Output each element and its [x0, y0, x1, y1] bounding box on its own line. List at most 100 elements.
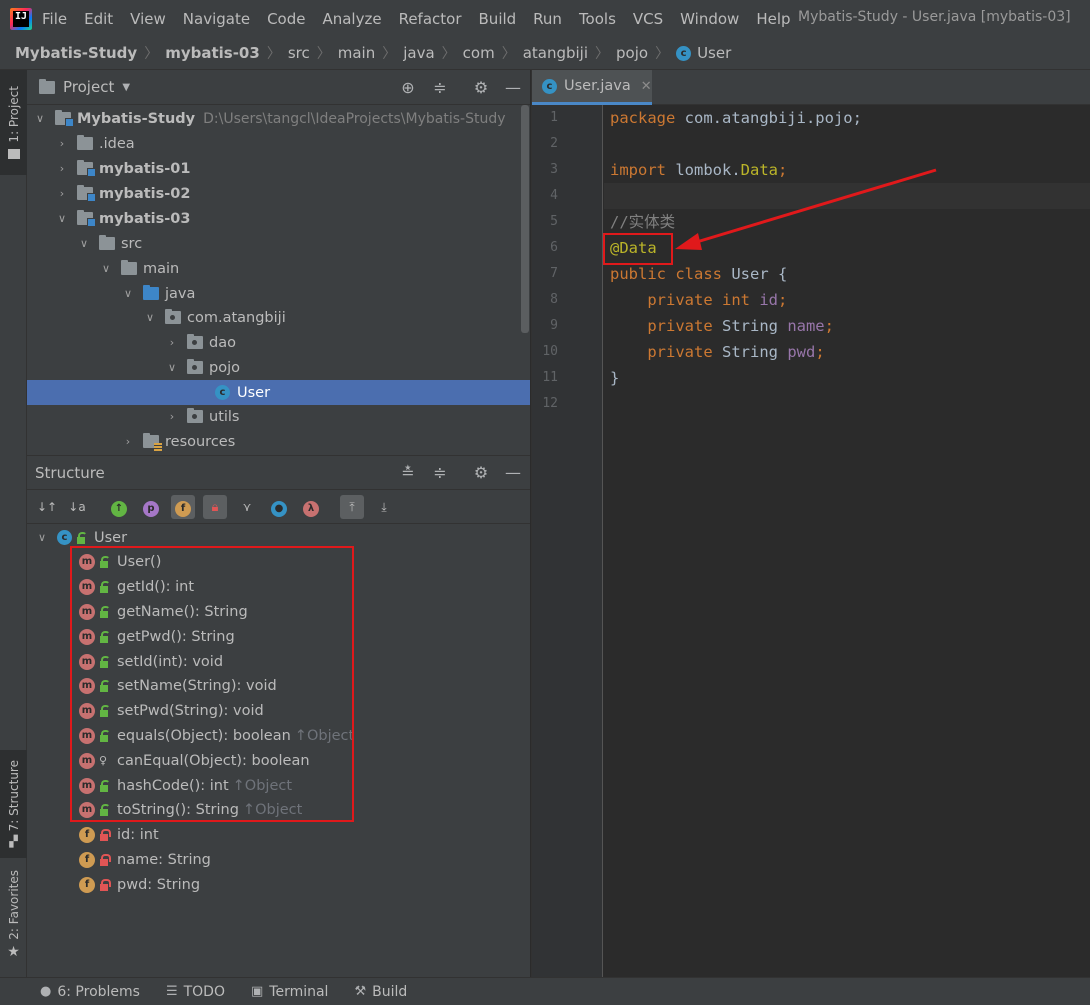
collapse-all-icon[interactable]: ≑ — [430, 78, 450, 98]
chevron-down-icon[interactable]: ∨ — [55, 212, 69, 225]
tree-item-dao[interactable]: › dao — [27, 330, 521, 355]
line-number: 5 — [550, 214, 558, 229]
tree-item-label: User — [237, 384, 271, 401]
menu-analyze[interactable]: Analyze — [322, 10, 381, 28]
collapse-all-icon[interactable]: ≑ — [430, 463, 450, 483]
show-anonymous-icon[interactable]: ● — [267, 495, 291, 519]
breadcrumb-project[interactable]: Mybatis-Study — [15, 44, 137, 62]
chevron-down-icon[interactable]: ∨ — [35, 531, 49, 544]
tree-item-pojo[interactable]: ∨ pojo — [27, 355, 521, 380]
breadcrumb-src[interactable]: src — [288, 44, 310, 62]
member-row[interactable]: f name: String — [27, 847, 521, 872]
tree-item-utils[interactable]: › utils — [27, 404, 521, 429]
autoscroll-to-source-icon[interactable]: ⤒ — [340, 495, 364, 519]
menu-vcs[interactable]: VCS — [633, 10, 663, 28]
tree-item-java[interactable]: ∨ java — [27, 281, 521, 306]
show-lambdas-icon[interactable]: λ — [299, 495, 323, 519]
show-properties-icon[interactable]: p — [139, 495, 163, 519]
menu-help[interactable]: Help — [756, 10, 790, 28]
chevron-right-icon[interactable]: › — [55, 162, 69, 175]
problems-tab[interactable]: ● 6: Problems — [40, 984, 140, 1000]
tab-user-java[interactable]: c User.java ✕ — [532, 70, 652, 105]
close-icon[interactable]: ✕ — [641, 79, 652, 94]
tab-favorites[interactable]: 2: Favorites ★ — [0, 860, 27, 970]
tree-item-mybatis-03[interactable]: ∨ mybatis-03 — [27, 206, 521, 231]
chevron-down-icon[interactable]: ∨ — [143, 311, 157, 324]
menu-view[interactable]: View — [130, 10, 166, 28]
member-row[interactable]: f pwd: String — [27, 872, 521, 897]
show-inherited-icon[interactable]: ↑ — [107, 495, 131, 519]
member-row[interactable]: f id: int — [27, 822, 521, 847]
chevron-right-icon: 〉 — [501, 46, 516, 62]
sort-alphabetically-icon[interactable]: ↓a — [65, 495, 89, 519]
show-interfaces-icon[interactable]: ⋎ — [235, 495, 259, 519]
chevron-right-icon[interactable]: › — [55, 187, 69, 200]
menu-edit[interactable]: Edit — [84, 10, 113, 28]
breadcrumb-java[interactable]: java — [403, 44, 434, 62]
chevron-down-icon[interactable]: ∨ — [77, 237, 91, 250]
breadcrumb-pojo[interactable]: pojo — [616, 44, 648, 62]
project-panel-title[interactable]: Project — [63, 78, 114, 96]
chevron-right-icon[interactable]: › — [165, 336, 179, 349]
expand-all-icon[interactable]: ≛ — [398, 463, 418, 483]
chevron-down-icon[interactable]: ∨ — [99, 262, 113, 275]
breadcrumb-user[interactable]: User — [697, 44, 731, 62]
menu-code[interactable]: Code — [267, 10, 305, 28]
show-fields-icon[interactable]: f — [171, 495, 195, 519]
todo-tab[interactable]: ☰ TODO — [166, 984, 225, 1000]
tree-item-mybatis-01[interactable]: › mybatis-01 — [27, 156, 521, 181]
breadcrumb-module[interactable]: mybatis-03 — [165, 44, 260, 62]
chevron-down-icon[interactable]: ∨ — [121, 287, 135, 300]
chevron-right-icon[interactable]: › — [165, 410, 179, 423]
intellij-logo-icon[interactable]: IJ — [10, 7, 32, 30]
autoscroll-from-source-icon[interactable]: ⤓ — [372, 495, 396, 519]
scrollbar-thumb[interactable] — [521, 105, 529, 333]
minimize-icon[interactable]: — — [503, 463, 523, 483]
menu-build[interactable]: Build — [479, 10, 517, 28]
menu-navigate[interactable]: Navigate — [183, 10, 250, 28]
problems-icon: ● — [40, 984, 52, 999]
breadcrumb-main[interactable]: main — [338, 44, 375, 62]
menu-tools[interactable]: Tools — [579, 10, 616, 28]
package-icon — [187, 359, 203, 374]
locate-icon[interactable]: ⊕ — [398, 78, 418, 98]
tab-project[interactable]: 1: Project — [0, 70, 27, 175]
gear-icon[interactable]: ⚙ — [471, 463, 491, 483]
chevron-down-icon[interactable]: ▼ — [122, 82, 130, 93]
build-tab[interactable]: ⚒ Build — [354, 984, 407, 1000]
sort-by-visibility-icon[interactable]: ↓↑ — [35, 495, 59, 519]
tree-item-idea[interactable]: › .idea — [27, 131, 521, 156]
field-icon: f — [79, 826, 95, 843]
breadcrumb: Mybatis-Study 〉 mybatis-03 〉 src 〉 main 〉 ja… — [0, 37, 1090, 70]
tree-item-mybatis-study[interactable]: ∨ Mybatis-Study D:\Users\tangcl\IdeaProj… — [27, 106, 521, 131]
tree-item-resources[interactable]: › resources — [27, 429, 521, 454]
menu-refactor[interactable]: Refactor — [399, 10, 462, 28]
private-lock-icon — [99, 853, 111, 866]
menu-window[interactable]: Window — [680, 10, 739, 28]
breadcrumb-com[interactable]: com — [463, 44, 495, 62]
chevron-down-icon[interactable]: ∨ — [33, 112, 47, 125]
menu-file[interactable]: File — [42, 10, 67, 28]
tab-favorites-label: 2: Favorites — [6, 870, 21, 940]
gear-icon[interactable]: ⚙ — [471, 78, 491, 98]
module-folder-icon — [77, 210, 96, 227]
show-non-public-icon[interactable]: 🔒︎ — [203, 495, 227, 519]
chevron-right-icon: 〉 — [595, 46, 610, 62]
breadcrumb-atangbiji[interactable]: atangbiji — [523, 44, 588, 62]
minimize-icon[interactable]: — — [503, 78, 523, 98]
tab-structure-label: 7: Structure — [6, 759, 21, 832]
tree-item-com-atangbiji[interactable]: ∨ com.atangbiji — [27, 305, 521, 330]
chevron-right-icon: 〉 — [441, 46, 456, 62]
chevron-right-icon[interactable]: › — [55, 137, 69, 150]
member-label: pwd: String — [117, 876, 201, 893]
class-icon: c — [542, 78, 557, 94]
chevron-right-icon[interactable]: › — [121, 435, 135, 448]
tree-item-main[interactable]: ∨ main — [27, 256, 521, 281]
tree-item-src[interactable]: ∨ src — [27, 231, 521, 256]
menu-run[interactable]: Run — [533, 10, 562, 28]
tab-structure[interactable]: 7: Structure ▞ — [0, 750, 27, 858]
terminal-tab[interactable]: ▣ Terminal — [251, 984, 328, 1000]
chevron-down-icon[interactable]: ∨ — [165, 361, 179, 374]
tree-item-user[interactable]: c User — [27, 380, 530, 405]
tree-item-mybatis-02[interactable]: › mybatis-02 — [27, 181, 521, 206]
